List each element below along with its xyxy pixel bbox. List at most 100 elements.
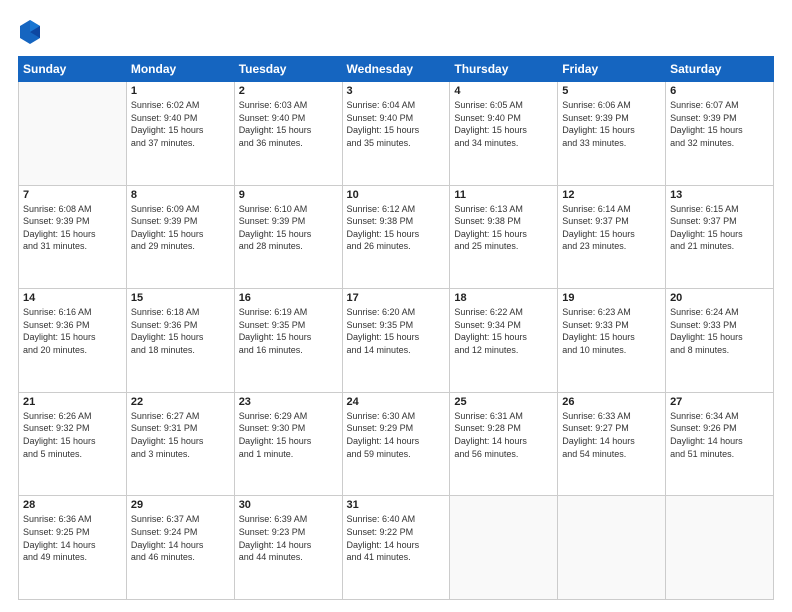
day-number: 20 bbox=[670, 292, 769, 304]
day-info: Sunrise: 6:07 AM Sunset: 9:39 PM Dayligh… bbox=[670, 99, 769, 149]
day-number: 18 bbox=[454, 292, 553, 304]
calendar-cell: 4 Sunrise: 6:05 AM Sunset: 9:40 PM Daylig… bbox=[450, 82, 558, 186]
day-info: Sunrise: 6:22 AM Sunset: 9:34 PM Dayligh… bbox=[454, 306, 553, 356]
day-info: Sunrise: 6:23 AM Sunset: 9:33 PM Dayligh… bbox=[562, 306, 661, 356]
calendar-cell: 10 Sunrise: 6:12 AM Sunset: 9:38 PM Dayli… bbox=[342, 185, 450, 289]
day-number: 19 bbox=[562, 292, 661, 304]
logo-icon bbox=[18, 18, 42, 46]
day-info: Sunrise: 6:12 AM Sunset: 9:38 PM Dayligh… bbox=[347, 203, 446, 253]
calendar-cell: 9 Sunrise: 6:10 AM Sunset: 9:39 PM Daylig… bbox=[234, 185, 342, 289]
day-number: 1 bbox=[131, 85, 230, 97]
day-number: 10 bbox=[347, 189, 446, 201]
calendar-cell: 29 Sunrise: 6:37 AM Sunset: 9:24 PM Dayli… bbox=[126, 496, 234, 600]
calendar-table: SundayMondayTuesdayWednesdayThursdayFrid… bbox=[18, 56, 774, 600]
calendar-cell: 19 Sunrise: 6:23 AM Sunset: 9:33 PM Dayli… bbox=[558, 289, 666, 393]
day-info: Sunrise: 6:29 AM Sunset: 9:30 PM Dayligh… bbox=[239, 410, 338, 460]
weekday-header-sunday: Sunday bbox=[19, 57, 127, 82]
header bbox=[18, 18, 774, 46]
calendar-cell: 28 Sunrise: 6:36 AM Sunset: 9:25 PM Dayli… bbox=[19, 496, 127, 600]
day-info: Sunrise: 6:39 AM Sunset: 9:23 PM Dayligh… bbox=[239, 513, 338, 563]
day-info: Sunrise: 6:20 AM Sunset: 9:35 PM Dayligh… bbox=[347, 306, 446, 356]
weekday-header-thursday: Thursday bbox=[450, 57, 558, 82]
day-info: Sunrise: 6:10 AM Sunset: 9:39 PM Dayligh… bbox=[239, 203, 338, 253]
day-number: 17 bbox=[347, 292, 446, 304]
day-info: Sunrise: 6:15 AM Sunset: 9:37 PM Dayligh… bbox=[670, 203, 769, 253]
week-row-1: 1 Sunrise: 6:02 AM Sunset: 9:40 PM Daylig… bbox=[19, 82, 774, 186]
day-number: 5 bbox=[562, 85, 661, 97]
day-number: 8 bbox=[131, 189, 230, 201]
day-number: 27 bbox=[670, 396, 769, 408]
calendar-cell bbox=[450, 496, 558, 600]
day-info: Sunrise: 6:14 AM Sunset: 9:37 PM Dayligh… bbox=[562, 203, 661, 253]
day-info: Sunrise: 6:27 AM Sunset: 9:31 PM Dayligh… bbox=[131, 410, 230, 460]
weekday-header-wednesday: Wednesday bbox=[342, 57, 450, 82]
day-number: 4 bbox=[454, 85, 553, 97]
day-number: 24 bbox=[347, 396, 446, 408]
day-info: Sunrise: 6:05 AM Sunset: 9:40 PM Dayligh… bbox=[454, 99, 553, 149]
day-info: Sunrise: 6:13 AM Sunset: 9:38 PM Dayligh… bbox=[454, 203, 553, 253]
calendar-cell: 16 Sunrise: 6:19 AM Sunset: 9:35 PM Dayli… bbox=[234, 289, 342, 393]
day-info: Sunrise: 6:40 AM Sunset: 9:22 PM Dayligh… bbox=[347, 513, 446, 563]
calendar-cell: 23 Sunrise: 6:29 AM Sunset: 9:30 PM Dayli… bbox=[234, 392, 342, 496]
day-number: 6 bbox=[670, 85, 769, 97]
week-row-5: 28 Sunrise: 6:36 AM Sunset: 9:25 PM Dayli… bbox=[19, 496, 774, 600]
weekday-header-friday: Friday bbox=[558, 57, 666, 82]
week-row-2: 7 Sunrise: 6:08 AM Sunset: 9:39 PM Daylig… bbox=[19, 185, 774, 289]
calendar-cell: 12 Sunrise: 6:14 AM Sunset: 9:37 PM Dayli… bbox=[558, 185, 666, 289]
calendar-cell: 31 Sunrise: 6:40 AM Sunset: 9:22 PM Dayli… bbox=[342, 496, 450, 600]
calendar-cell bbox=[666, 496, 774, 600]
calendar-cell: 1 Sunrise: 6:02 AM Sunset: 9:40 PM Daylig… bbox=[126, 82, 234, 186]
calendar-cell: 25Sunrise: 6:31 AM Sunset: 9:28 PM Dayli… bbox=[450, 392, 558, 496]
day-info: Sunrise: 6:02 AM Sunset: 9:40 PM Dayligh… bbox=[131, 99, 230, 149]
day-info: Sunrise: 6:30 AM Sunset: 9:29 PM Dayligh… bbox=[347, 410, 446, 460]
calendar-cell: 6 Sunrise: 6:07 AM Sunset: 9:39 PM Daylig… bbox=[666, 82, 774, 186]
day-number: 11 bbox=[454, 189, 553, 201]
calendar-cell: 21 Sunrise: 6:26 AM Sunset: 9:32 PM Dayli… bbox=[19, 392, 127, 496]
day-info: Sunrise: 6:24 AM Sunset: 9:33 PM Dayligh… bbox=[670, 306, 769, 356]
day-number: 12 bbox=[562, 189, 661, 201]
day-number: 15 bbox=[131, 292, 230, 304]
calendar-cell: 2Sunrise: 6:03 AM Sunset: 9:40 PM Daylig… bbox=[234, 82, 342, 186]
calendar-cell bbox=[19, 82, 127, 186]
calendar-cell: 27 Sunrise: 6:34 AM Sunset: 9:26 PM Dayli… bbox=[666, 392, 774, 496]
week-row-3: 14 Sunrise: 6:16 AM Sunset: 9:36 PM Dayli… bbox=[19, 289, 774, 393]
day-number: 22 bbox=[131, 396, 230, 408]
day-number: 26 bbox=[562, 396, 661, 408]
day-number: 28 bbox=[23, 499, 122, 511]
day-number: 29 bbox=[131, 499, 230, 511]
day-number: 14 bbox=[23, 292, 122, 304]
day-number: 9 bbox=[239, 189, 338, 201]
day-number: 16 bbox=[239, 292, 338, 304]
calendar-cell: 14 Sunrise: 6:16 AM Sunset: 9:36 PM Dayli… bbox=[19, 289, 127, 393]
day-info: Sunrise: 6:18 AM Sunset: 9:36 PM Dayligh… bbox=[131, 306, 230, 356]
day-number: 2 bbox=[239, 85, 338, 97]
day-info: Sunrise: 6:06 AM Sunset: 9:39 PM Dayligh… bbox=[562, 99, 661, 149]
calendar-cell: 7 Sunrise: 6:08 AM Sunset: 9:39 PM Daylig… bbox=[19, 185, 127, 289]
day-number: 21 bbox=[23, 396, 122, 408]
weekday-header-saturday: Saturday bbox=[666, 57, 774, 82]
day-info: Sunrise: 6:19 AM Sunset: 9:35 PM Dayligh… bbox=[239, 306, 338, 356]
calendar-cell bbox=[558, 496, 666, 600]
calendar-cell: 18 Sunrise: 6:22 AM Sunset: 9:34 PM Dayli… bbox=[450, 289, 558, 393]
day-info: Sunrise: 6:04 AM Sunset: 9:40 PM Dayligh… bbox=[347, 99, 446, 149]
day-number: 30 bbox=[239, 499, 338, 511]
day-number: 23 bbox=[239, 396, 338, 408]
calendar-cell: 11 Sunrise: 6:13 AM Sunset: 9:38 PM Dayli… bbox=[450, 185, 558, 289]
calendar-cell: 13 Sunrise: 6:15 AM Sunset: 9:37 PM Dayli… bbox=[666, 185, 774, 289]
calendar-cell: 24 Sunrise: 6:30 AM Sunset: 9:29 PM Dayli… bbox=[342, 392, 450, 496]
day-info: Sunrise: 6:34 AM Sunset: 9:26 PM Dayligh… bbox=[670, 410, 769, 460]
day-number: 7 bbox=[23, 189, 122, 201]
day-number: 13 bbox=[670, 189, 769, 201]
day-info: Sunrise: 6:36 AM Sunset: 9:25 PM Dayligh… bbox=[23, 513, 122, 563]
day-info: Sunrise: 6:26 AM Sunset: 9:32 PM Dayligh… bbox=[23, 410, 122, 460]
day-number: 31 bbox=[347, 499, 446, 511]
day-info: Sunrise: 6:08 AM Sunset: 9:39 PM Dayligh… bbox=[23, 203, 122, 253]
day-info: Sunrise: 6:33 AM Sunset: 9:27 PM Dayligh… bbox=[562, 410, 661, 460]
calendar-cell: 8Sunrise: 6:09 AM Sunset: 9:39 PM Daylig… bbox=[126, 185, 234, 289]
weekday-header-tuesday: Tuesday bbox=[234, 57, 342, 82]
calendar-cell: 3Sunrise: 6:04 AM Sunset: 9:40 PM Daylig… bbox=[342, 82, 450, 186]
day-info: Sunrise: 6:37 AM Sunset: 9:24 PM Dayligh… bbox=[131, 513, 230, 563]
week-row-4: 21 Sunrise: 6:26 AM Sunset: 9:32 PM Dayli… bbox=[19, 392, 774, 496]
day-info: Sunrise: 6:16 AM Sunset: 9:36 PM Dayligh… bbox=[23, 306, 122, 356]
calendar-cell: 5 Sunrise: 6:06 AM Sunset: 9:39 PM Daylig… bbox=[558, 82, 666, 186]
